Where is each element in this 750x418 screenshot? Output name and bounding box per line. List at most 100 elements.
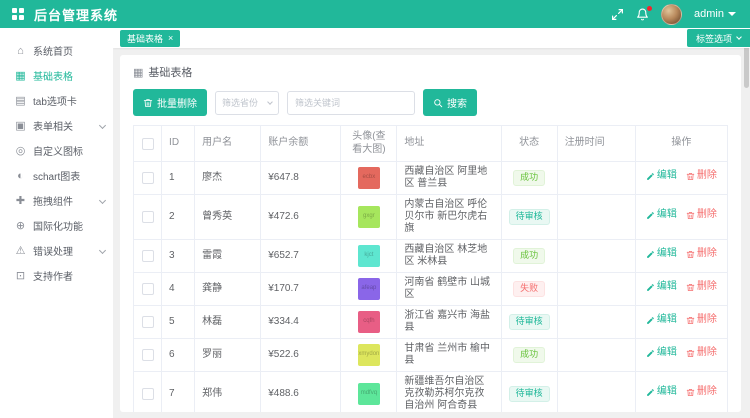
cell-address: 西藏自治区 阿里地区 普兰县 [397, 162, 501, 195]
chevron-down-icon [728, 12, 736, 16]
sidebar-item-label: 拖拽组件 [33, 193, 73, 208]
cell-date [557, 162, 635, 195]
edit-icon [646, 211, 655, 220]
sidebar-item-chart[interactable]: ◐schart图表 [0, 163, 113, 188]
edit-button[interactable]: 编辑 [646, 170, 677, 183]
cell-id: 3 [162, 240, 195, 273]
avatar-thumbnail[interactable]: mdfvq [358, 383, 380, 405]
row-checkbox[interactable] [142, 172, 154, 184]
trash-icon [686, 349, 695, 358]
error-icon: ⚠ [14, 244, 27, 257]
main-area: 基础表格 × 标签选项 ▦ 基础表格 [113, 28, 750, 418]
fullscreen-icon[interactable] [611, 8, 624, 21]
chevron-down-icon [99, 197, 106, 204]
sidebar: ⌂系统首页 ▦ 基础表格 ▤tab选项卡▣表单相关◎自定义图标◐schart图表✚拖拽… [0, 28, 113, 418]
data-table: ID用户名账户余额头像(查看大图)地址状态注册时间操作 1廖杰¥647.8ecb… [133, 125, 728, 412]
trash-icon [686, 283, 695, 292]
edit-button[interactable]: 编辑 [646, 248, 677, 261]
delete-button[interactable]: 删除 [686, 209, 717, 222]
avatar-thumbnail[interactable]: kjct [358, 245, 380, 267]
edit-button[interactable]: 编辑 [646, 386, 677, 399]
bell-icon[interactable] [636, 8, 649, 21]
cell-address: 河南省 鹤壁市 山城区 [397, 273, 501, 306]
chart-icon: ◐ [14, 170, 27, 182]
cell-date [557, 195, 635, 240]
edit-button[interactable]: 编辑 [646, 347, 677, 360]
tab-basetable[interactable]: 基础表格 × [120, 30, 180, 47]
cell-date [557, 306, 635, 339]
sidebar-item-label: 国际化功能 [33, 218, 83, 233]
cell-username: 郑伟 [195, 372, 261, 413]
row-checkbox[interactable] [142, 283, 154, 295]
sidebar-item-tabs[interactable]: ▤tab选项卡 [0, 88, 113, 113]
delete-button[interactable]: 删除 [686, 281, 717, 294]
delete-button[interactable]: 删除 [686, 386, 717, 399]
sidebar-item-home[interactable]: ⌂系统首页 [0, 38, 113, 63]
tag-options-button[interactable]: 标签选项 [687, 29, 750, 47]
table-row: 6罗丽¥522.6xmydon甘肃省 兰州市 榆中县成功编辑删除 [134, 339, 728, 372]
province-select[interactable]: 筛选省份 [215, 91, 279, 115]
table-icon: ▦ [14, 69, 27, 82]
row-checkbox[interactable] [142, 316, 154, 328]
collapse-menu-icon[interactable] [12, 8, 24, 20]
sidebar-item-support[interactable]: ⊡支持作者 [0, 263, 113, 288]
cell-id: 6 [162, 339, 195, 372]
cell-balance: ¥652.7 [261, 240, 341, 273]
sidebar-item-error[interactable]: ⚠错误处理 [0, 238, 113, 263]
cell-address: 浙江省 嘉兴市 海盐县 [397, 306, 501, 339]
avatar-thumbnail[interactable]: xmydon [358, 344, 380, 366]
user-avatar[interactable] [661, 4, 682, 25]
sidebar-item-form[interactable]: ▣表单相关 [0, 113, 113, 138]
edit-button[interactable]: 编辑 [646, 314, 677, 327]
batch-delete-button[interactable]: 批量删除 [133, 89, 207, 116]
delete-button[interactable]: 删除 [686, 347, 717, 360]
cell-address: 西藏自治区 林芝地区 米林县 [397, 240, 501, 273]
avatar-thumbnail[interactable]: ecbx [358, 167, 380, 189]
edit-icon [646, 283, 655, 292]
close-icon[interactable]: × [168, 34, 173, 43]
table-card: ▦ 基础表格 批量删除 筛选省份 [120, 55, 741, 412]
avatar-thumbnail[interactable]: cqfh [358, 311, 380, 333]
table-row: 3雷霞¥652.7kjct西藏自治区 林芝地区 米林县成功编辑删除 [134, 240, 728, 273]
avatar-thumbnail[interactable]: afeap [358, 278, 380, 300]
table-row: 5林磊¥334.4cqfh浙江省 嘉兴市 海盐县待审核编辑删除 [134, 306, 728, 339]
edit-button[interactable]: 编辑 [646, 209, 677, 222]
edit-icon [646, 250, 655, 259]
search-button[interactable]: 搜索 [423, 89, 477, 116]
column-header: 操作 [635, 126, 727, 162]
tabs-bar: 基础表格 × 标签选项 [113, 28, 750, 48]
column-header: 用户名 [195, 126, 261, 162]
keyword-input[interactable] [287, 91, 415, 115]
select-all-checkbox[interactable] [142, 138, 154, 150]
cell-balance: ¥334.4 [261, 306, 341, 339]
edit-icon [646, 316, 655, 325]
table-row: 1廖杰¥647.8ecbx西藏自治区 阿里地区 普兰县成功编辑删除 [134, 162, 728, 195]
status-badge: 成功 [513, 248, 545, 263]
table-row: 2曾秀英¥472.6gxgr内蒙古自治区 呼伦贝尔市 新巴尔虎右旗待审核编辑删除 [134, 195, 728, 240]
edit-button[interactable]: 编辑 [646, 281, 677, 294]
row-checkbox[interactable] [142, 250, 154, 262]
edit-icon [646, 349, 655, 358]
sidebar-item-i18n[interactable]: ⊕国际化功能 [0, 213, 113, 238]
chevron-down-icon [99, 247, 106, 254]
scrollbar[interactable] [744, 28, 750, 418]
row-checkbox[interactable] [142, 349, 154, 361]
sidebar-item-table[interactable]: ▦ 基础表格 [0, 63, 113, 88]
table-row: 4龚静¥170.7afeap河南省 鹤壁市 山城区失败编辑删除 [134, 273, 728, 306]
sidebar-item-label: 基础表格 [33, 68, 73, 83]
sidebar-item-drag[interactable]: ✚拖拽组件 [0, 188, 113, 213]
user-menu[interactable]: admin [694, 8, 736, 20]
sidebar-item-label: 系统首页 [33, 43, 73, 58]
column-header: 地址 [397, 126, 501, 162]
delete-button[interactable]: 删除 [686, 170, 717, 183]
delete-button[interactable]: 删除 [686, 248, 717, 261]
row-checkbox[interactable] [142, 211, 154, 223]
cell-address: 甘肃省 兰州市 榆中县 [397, 339, 501, 372]
cell-date [557, 339, 635, 372]
tabs-icon: ▤ [14, 94, 27, 107]
sidebar-item-custom-icon[interactable]: ◎自定义图标 [0, 138, 113, 163]
delete-button[interactable]: 删除 [686, 314, 717, 327]
toolbar: 批量删除 筛选省份 搜索 [133, 89, 728, 116]
avatar-thumbnail[interactable]: gxgr [358, 206, 380, 228]
row-checkbox[interactable] [142, 388, 154, 400]
